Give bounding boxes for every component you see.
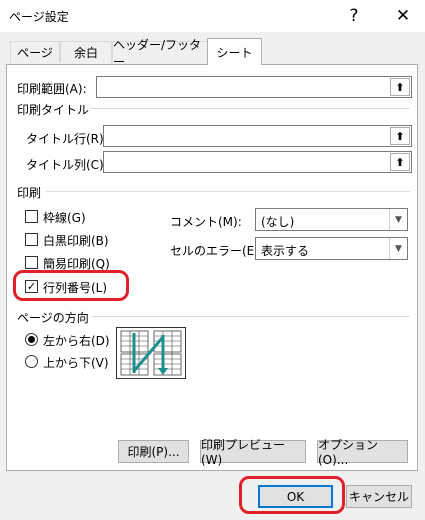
- down-then-over-label[interactable]: 左から右(D): [43, 332, 110, 349]
- print-preview-button[interactable]: 印刷プレビュー(W): [200, 438, 306, 467]
- print-area-label: 印刷範囲(A):: [17, 82, 87, 96]
- help-icon: ?: [349, 6, 359, 26]
- collapse-dialog-icon: ⬆: [395, 80, 405, 94]
- radio-selected-dot: [28, 336, 35, 343]
- close-button[interactable]: ✕: [381, 0, 425, 32]
- collapse-dialog-icon: ⬆: [395, 129, 405, 143]
- title-cols-input[interactable]: ⬆: [103, 151, 412, 173]
- comments-value: (なし): [261, 215, 295, 229]
- comments-select[interactable]: (なし) ▼: [255, 208, 408, 231]
- page-order-group-label: ページの方向: [17, 311, 89, 325]
- separator: [46, 191, 410, 192]
- print-area-input[interactable]: ⬆: [96, 76, 412, 98]
- down-then-over-radio[interactable]: [25, 333, 38, 346]
- separator: [90, 108, 410, 109]
- title-bar: ページ設定 ? ✕: [0, 0, 425, 32]
- cell-errors-value: 表示する: [261, 244, 310, 258]
- gridlines-label[interactable]: 枠線(G): [43, 209, 86, 226]
- title-rows-input[interactable]: ⬆: [103, 125, 412, 147]
- print-button[interactable]: 印刷(P)...: [118, 440, 189, 463]
- over-then-down-radio[interactable]: [25, 355, 38, 368]
- window-title: ページ設定: [9, 10, 69, 24]
- black-white-label[interactable]: 白黒印刷(B): [43, 232, 109, 249]
- title-rows-collapse-button[interactable]: ⬆: [390, 127, 410, 145]
- close-icon: ✕: [395, 6, 411, 26]
- highlight-annotation: [239, 476, 345, 514]
- print-area-collapse-button[interactable]: ⬆: [390, 78, 410, 96]
- cancel-button[interactable]: キャンセル: [346, 485, 412, 508]
- page-order-preview-icon: [116, 327, 186, 379]
- gridlines-checkbox[interactable]: [25, 210, 38, 223]
- print-titles-group-label: 印刷タイトル: [17, 103, 90, 117]
- cell-errors-label: セルのエラー(E):: [170, 244, 263, 258]
- over-then-down-label[interactable]: 上から下(V): [43, 354, 109, 371]
- collapse-dialog-icon: ⬆: [395, 155, 405, 169]
- tab-sheet[interactable]: シート: [207, 38, 262, 65]
- chevron-down-icon: ▼: [389, 238, 407, 259]
- separator: [92, 316, 410, 317]
- options-button[interactable]: オプション(O)...: [317, 438, 408, 467]
- tab-header-footer[interactable]: ヘッダー/フッター: [112, 38, 208, 69]
- highlight-annotation: [13, 270, 129, 301]
- draft-checkbox[interactable]: [25, 256, 38, 269]
- tab-margins[interactable]: 余白: [60, 41, 112, 63]
- chevron-down-icon: ▼: [389, 209, 407, 230]
- help-button[interactable]: ?: [332, 0, 376, 32]
- title-cols-collapse-button[interactable]: ⬆: [390, 153, 410, 171]
- black-white-checkbox[interactable]: [25, 233, 38, 246]
- cell-errors-select[interactable]: 表示する ▼: [255, 237, 408, 260]
- comments-label: コメント(M):: [170, 215, 242, 229]
- print-group-label: 印刷: [17, 186, 42, 200]
- tab-page[interactable]: ページ: [10, 41, 60, 63]
- title-cols-label: タイトル列(C):: [26, 158, 108, 172]
- title-rows-label: タイトル行(R):: [26, 132, 108, 146]
